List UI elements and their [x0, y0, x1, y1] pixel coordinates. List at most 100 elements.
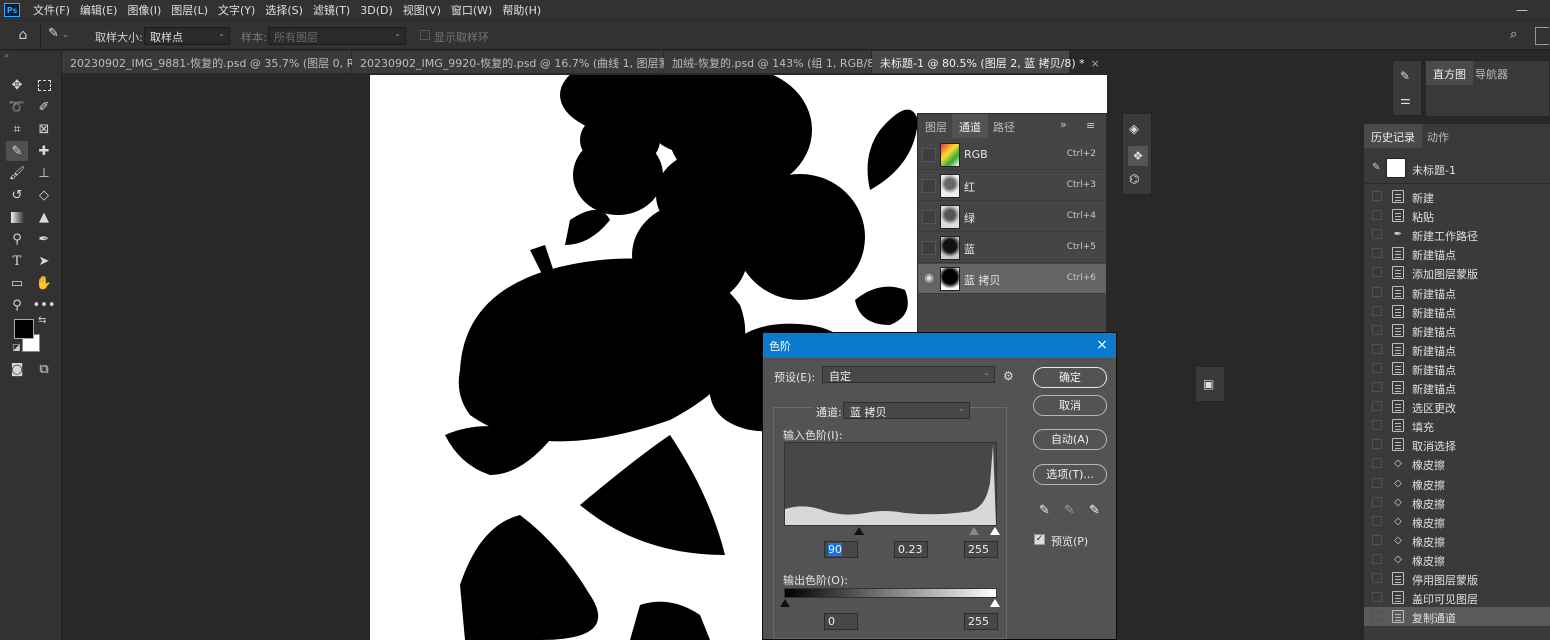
menu-filter[interactable]: 滤镜(T) [308, 2, 355, 18]
input-gamma-field[interactable]: 0.23 [894, 541, 928, 558]
dodge-tool-icon[interactable]: ⚲ [6, 229, 28, 249]
panel-menu-icon[interactable]: ≡ [1086, 119, 1095, 132]
history-item[interactable]: 添加图层蒙版 [1364, 263, 1550, 282]
input-black-slider[interactable] [854, 527, 864, 535]
zoom-tool-icon[interactable]: ⚲ [6, 295, 28, 315]
history-item[interactable]: ◇ 橡皮擦 [1364, 531, 1550, 550]
history-item[interactable]: 取消选择 [1364, 435, 1550, 454]
home-icon[interactable]: ⌂ [10, 27, 36, 45]
cancel-button[interactable]: 取消 [1033, 395, 1107, 416]
history-item[interactable]: 新建锚点 [1364, 283, 1550, 302]
history-source-checkbox[interactable] [1372, 553, 1382, 564]
menu-type[interactable]: 文字(Y) [213, 2, 260, 18]
history-source-checkbox[interactable] [1372, 611, 1382, 622]
history-item[interactable]: ◇ 橡皮擦 [1364, 512, 1550, 531]
input-black-field[interactable]: 90 [824, 541, 858, 558]
menu-file[interactable]: 文件(F) [28, 2, 75, 18]
menu-select[interactable]: 选择(S) [260, 2, 308, 18]
preview-checkbox[interactable]: ✓ [1034, 534, 1045, 545]
menu-image[interactable]: 图像(I) [122, 2, 166, 18]
menu-edit[interactable]: 编辑(E) [75, 2, 123, 18]
history-item[interactable]: ◇ 橡皮擦 [1364, 454, 1550, 473]
history-item[interactable]: ◇ 橡皮擦 [1364, 493, 1550, 512]
history-source-checkbox[interactable] [1372, 515, 1382, 526]
channel-row-rgb[interactable]: RGB Ctrl+2 [918, 140, 1106, 170]
history-brush-source-icon[interactable]: ✎ [1372, 162, 1380, 173]
output-white-slider[interactable] [990, 599, 1000, 607]
preset-select[interactable]: 自定 ⌄ [822, 366, 995, 383]
history-source-checkbox[interactable] [1372, 458, 1382, 469]
paths-icon[interactable]: ⌬ [1129, 172, 1139, 186]
quick-mask-icon[interactable]: ◙ [6, 359, 28, 379]
visibility-toggle[interactable] [922, 148, 936, 162]
eye-icon[interactable]: ◉ [922, 272, 936, 286]
ok-button[interactable]: 确定 [1033, 367, 1107, 388]
tab-document-3[interactable]: 加绒-恢复的.psd @ 143% (组 1, RGB/8) *× [664, 51, 903, 73]
history-item[interactable]: 新建锚点 [1364, 378, 1550, 397]
history-source-checkbox[interactable] [1372, 191, 1382, 201]
options-button[interactable]: 选项(T)... [1033, 464, 1107, 485]
input-white-field[interactable]: 255 [964, 541, 998, 558]
healing-brush-tool-icon[interactable]: ✚ [33, 141, 55, 161]
brush-tool-icon[interactable]: 🖌 [6, 163, 28, 183]
close-icon[interactable]: × [1091, 57, 1100, 70]
brush-settings-icon[interactable]: ✎ [1400, 69, 1410, 83]
show-ring-checkbox[interactable] [420, 30, 430, 40]
type-tool-icon[interactable]: T [6, 251, 28, 271]
close-icon[interactable]: × [1092, 335, 1112, 355]
history-item[interactable]: 粘贴 [1364, 206, 1550, 225]
history-item[interactable]: 新建锚点 [1364, 244, 1550, 263]
menu-layer[interactable]: 图层(L) [166, 2, 213, 18]
history-item[interactable]: 新建锚点 [1364, 340, 1550, 359]
input-gamma-slider[interactable] [969, 527, 979, 535]
collapse-arrows-icon[interactable]: » [0, 51, 62, 60]
eyedropper-tool-icon[interactable]: ✎ [6, 141, 28, 161]
tab-navigator[interactable]: 导航器 [1468, 61, 1515, 85]
channel-row-blue[interactable]: 蓝 Ctrl+5 [918, 233, 1106, 263]
foreground-color-swatch[interactable] [14, 319, 34, 339]
output-black-field[interactable]: 0 [824, 613, 858, 630]
crop-tool-icon[interactable]: ⌗ [6, 119, 28, 139]
history-item[interactable]: 填充 [1364, 416, 1550, 435]
workspace-icon[interactable] [1535, 27, 1549, 45]
move-tool-icon[interactable]: ✥ [6, 75, 28, 95]
minimize-icon[interactable]: — [1508, 0, 1536, 20]
expand-arrows-icon[interactable]: » [1060, 118, 1067, 131]
blur-tool-icon[interactable]: ▲ [33, 207, 55, 227]
tab-histogram[interactable]: 直方图 [1426, 61, 1473, 85]
history-item[interactable]: 停用图层蒙版 [1364, 569, 1550, 588]
lasso-tool-icon[interactable]: ➰ [6, 97, 28, 117]
channel-row-green[interactable]: 绿 Ctrl+4 [918, 202, 1106, 232]
menu-help[interactable]: 帮助(H) [497, 2, 546, 18]
quick-select-tool-icon[interactable]: ✐ [33, 97, 55, 117]
menu-3d[interactable]: 3D(D) [355, 4, 398, 17]
output-white-field[interactable]: 255 [964, 613, 998, 630]
history-source-checkbox[interactable] [1372, 420, 1382, 431]
history-source-checkbox[interactable] [1372, 382, 1382, 392]
history-item[interactable]: ◇ 橡皮擦 [1364, 474, 1550, 493]
menu-view[interactable]: 视图(V) [398, 2, 446, 18]
channel-row-blue-copy[interactable]: ◉ 蓝 拷贝 Ctrl+6 [918, 264, 1106, 294]
history-source-checkbox[interactable] [1372, 534, 1382, 545]
history-source-checkbox[interactable] [1372, 229, 1382, 240]
history-source-checkbox[interactable] [1372, 362, 1382, 373]
tab-history[interactable]: 历史记录 [1364, 124, 1422, 148]
tab-layers[interactable]: 图层 [918, 114, 954, 138]
input-white-slider[interactable] [990, 527, 1000, 535]
history-item[interactable]: ◇ 橡皮擦 [1364, 550, 1550, 569]
history-source-checkbox[interactable] [1372, 343, 1382, 354]
info-icon[interactable]: ▣ [1203, 377, 1214, 391]
channel-select[interactable]: 蓝 拷贝 ⌄ [843, 402, 970, 419]
gear-icon[interactable]: ⚙ [1003, 369, 1014, 383]
tab-document-2[interactable]: 20230902_IMG_9920-恢复的.psd @ 16.7% (曲线 1,… [352, 51, 720, 73]
tab-paths[interactable]: 路径 [986, 114, 1022, 138]
tab-document-1[interactable]: 20230902_IMG_9881-恢复的.psd @ 35.7% (图层 0,… [62, 51, 410, 73]
frame-tool-icon[interactable]: ⊠ [33, 119, 55, 139]
auto-button[interactable]: 自动(A) [1033, 429, 1107, 450]
adjust-sliders-icon[interactable]: ⚌ [1400, 93, 1411, 107]
tab-channels[interactable]: 通道 [952, 114, 988, 138]
history-source-checkbox[interactable] [1372, 267, 1382, 278]
history-source-checkbox[interactable] [1372, 439, 1382, 450]
more-tools-icon[interactable]: ••• [33, 295, 56, 315]
tab-actions[interactable]: 动作 [1420, 124, 1456, 148]
